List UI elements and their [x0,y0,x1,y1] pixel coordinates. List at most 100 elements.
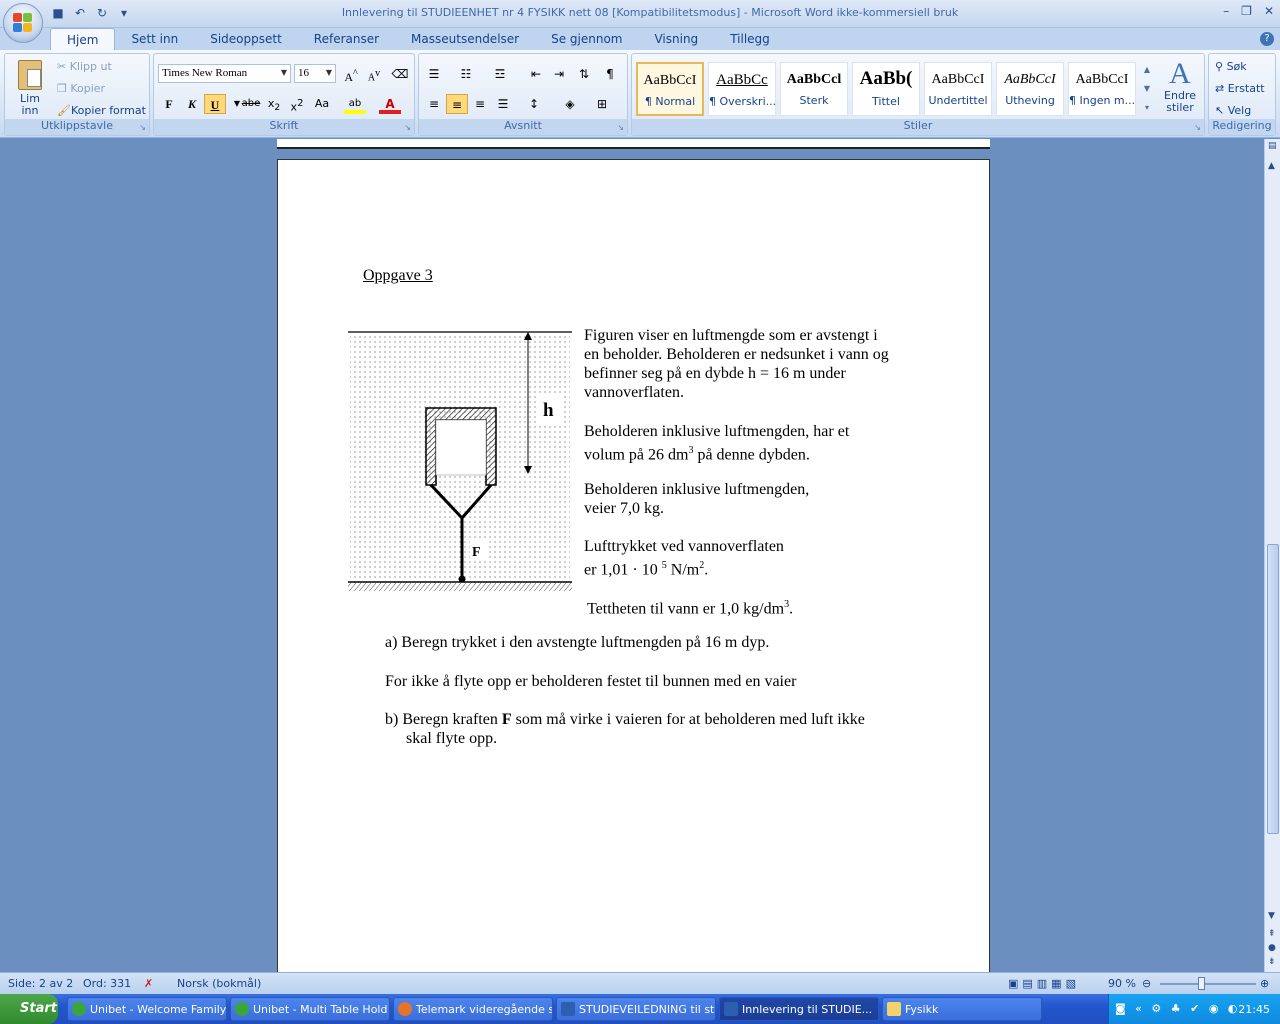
office-button[interactable] [3,3,43,43]
taskbar: Start Unibet - Welcome Family... Unibet … [0,994,1280,1024]
style-subtitle[interactable]: AaBbCcI Undertittel [924,62,992,116]
justify-icon[interactable]: ☰ [492,94,514,114]
align-right-icon[interactable]: ≡ [469,94,491,114]
style-normal[interactable]: AaBbCcI ¶ Normal [636,62,704,116]
tab-tillegg[interactable]: Tillegg [714,28,786,50]
select-button[interactable]: ↖ Velg [1215,104,1251,117]
cut-button[interactable]: ✂ Klipp ut [57,60,112,73]
style-strong[interactable]: AaBbCcl Sterk [780,62,848,116]
task-unibet-welcome[interactable]: Unibet - Welcome Family... [67,997,227,1021]
increase-indent-icon[interactable]: ⇥ [548,64,570,84]
document-workspace[interactable]: Oppgave 3 Figuren viser en luftmengde so… [0,139,1264,972]
tray-icons[interactable]: ◙ « ⚙ ♣ ✔ ◉ ◐ [1115,1002,1241,1015]
subscript-button[interactable]: x2 [263,94,285,114]
tab-hjem[interactable]: Hjem [50,28,116,50]
multilevel-list-icon[interactable]: ☲ [489,64,511,84]
superscript-button[interactable]: x2 [286,94,308,114]
zoom-in-icon[interactable]: ⊕ [1260,977,1269,990]
help-icon[interactable]: ? [1260,32,1274,46]
para2-line2: volum på 26 dm3 på denne dybden. [584,445,810,464]
styles-scroll[interactable]: ▲ ▼ ▾ [1140,60,1154,118]
task-folder-fysikk[interactable]: Fysikk [882,997,1042,1021]
dialog-launcher-icon[interactable]: ↘ [404,123,411,132]
change-styles-button[interactable]: A Endre stiler [1158,58,1202,114]
clear-formatting-icon[interactable]: ⌫ [389,64,411,84]
tab-se-gjennom[interactable]: Se gjennom [535,28,638,50]
bullets-icon[interactable]: ☰ [423,64,445,84]
sort-icon[interactable]: ⇅ [573,64,595,84]
font-name-combo[interactable]: Times New Roman ▼ [158,64,291,83]
strikethrough-button[interactable]: abe [240,94,262,114]
font-color-icon[interactable]: A [379,94,401,114]
vertical-scrollbar[interactable]: ▤ ▲ ▼ ⇞ ● ⇟ [1264,139,1280,972]
scroll-down-icon[interactable]: ▼ [1268,911,1275,921]
shading-icon[interactable]: ◈ [559,94,581,114]
decrease-indent-icon[interactable]: ⇤ [525,64,547,84]
tab-sett-inn[interactable]: Sett inn [115,28,194,50]
grow-font-button[interactable]: A^ [340,64,362,84]
proofing-icon[interactable]: ✗ [144,977,153,990]
restore-icon[interactable]: ❐ [1241,4,1252,18]
zoom-slider[interactable] [1160,983,1256,985]
task-word-innlevering[interactable]: Innlevering til STUDIE... [719,997,879,1021]
numbering-icon[interactable]: ☷ [455,64,477,84]
paste-button[interactable]: Lim inn [11,58,49,120]
previous-page-icon[interactable]: ⇞ [1268,929,1276,939]
word-count[interactable]: Ord: 331 [83,977,131,990]
style-no-spacing[interactable]: AaBbCcI ¶ Ingen m... [1068,62,1136,116]
align-left-icon[interactable]: ≡ [423,94,445,114]
task-word-studieveiledning[interactable]: STUDIEVEILEDNING til st... [556,997,716,1021]
scroll-up-icon[interactable]: ▲ [1268,161,1275,171]
para4-line2: er 1,01 · 10 5 N/m2. [584,560,709,579]
italic-button[interactable]: K [181,94,203,114]
para1-line1: Figuren viser en luftmengde som er avste… [584,327,878,344]
tab-masseutsendelser[interactable]: Masseutsendelser [395,28,535,50]
clock[interactable]: 21:45 [1238,1003,1270,1016]
ruler-toggle-icon[interactable]: ▤ [1268,141,1277,151]
replace-button[interactable]: ⇄ Erstatt [1215,82,1265,95]
start-button[interactable]: Start [0,994,58,1024]
tab-referanser[interactable]: Referanser [298,28,395,50]
zoom-slider-handle[interactable] [1198,977,1205,990]
page-count[interactable]: Side: 2 av 2 [8,977,73,990]
language-indicator[interactable]: Norsk (bokmål) [177,977,261,990]
highlight-icon[interactable]: ab [344,94,366,114]
font-size-combo[interactable]: 16 ▼ [294,64,336,83]
format-painter-button[interactable]: 🖌Kopier format [57,104,146,117]
change-case-button[interactable]: Aa [311,94,333,114]
ribbon: Lim inn ✂ Klipp ut ❐ Kopier 🖌Kopier form… [0,50,1280,138]
scroll-thumb[interactable] [1267,544,1279,834]
tab-visning[interactable]: Visning [638,28,714,50]
align-center-icon[interactable]: ≡ [446,94,468,114]
clipboard-group: Lim inn ✂ Klipp ut ❐ Kopier 🖌Kopier form… [4,53,150,136]
minimize-icon[interactable]: – [1223,4,1229,18]
show-formatting-icon[interactable]: ¶ [599,64,621,84]
copy-button[interactable]: ❐ Kopier [57,82,105,95]
word-icon [561,1002,575,1016]
bold-button[interactable]: F [158,94,180,114]
dialog-launcher-icon[interactable]: ↘ [617,123,624,132]
borders-icon[interactable]: ⊞ [591,94,613,114]
close-icon[interactable]: ✕ [1264,4,1274,18]
unibet-icon [72,1002,86,1016]
dialog-launcher-icon[interactable]: ↘ [1194,123,1201,132]
browse-object-icon[interactable]: ● [1268,943,1276,953]
style-emphasis[interactable]: AaBbCcI Utheving [996,62,1064,116]
line-spacing-icon[interactable]: ↕ [523,94,545,114]
dialog-launcher-icon[interactable]: ↘ [139,123,146,132]
shrink-font-button[interactable]: Av [363,64,385,84]
zoom-out-icon[interactable]: ⊖ [1142,977,1151,990]
style-title[interactable]: AaBb(Tittel [852,62,920,116]
tab-sideoppsett[interactable]: Sideoppsett [194,28,298,50]
document-page[interactable]: Oppgave 3 Figuren viser en luftmengde so… [277,159,990,972]
view-buttons[interactable]: ▣▤▥▦▧ [1008,977,1080,990]
underline-button[interactable]: U [204,94,226,114]
zoom-level[interactable]: 90 % [1108,977,1136,990]
task-unibet-multitable[interactable]: Unibet - Multi Table Hold ... [230,997,390,1021]
style-heading[interactable]: AaBbCc ¶ Overskri... [708,62,776,116]
next-page-icon[interactable]: ⇟ [1268,957,1276,967]
air-pocket [435,419,487,476]
styles-group: AaBbCcI ¶ Normal AaBbCc ¶ Overskri... AaBb… [631,53,1205,136]
task-firefox[interactable]: Telemark videregående s... [393,997,553,1021]
find-button[interactable]: ⚲ Søk [1215,60,1247,73]
